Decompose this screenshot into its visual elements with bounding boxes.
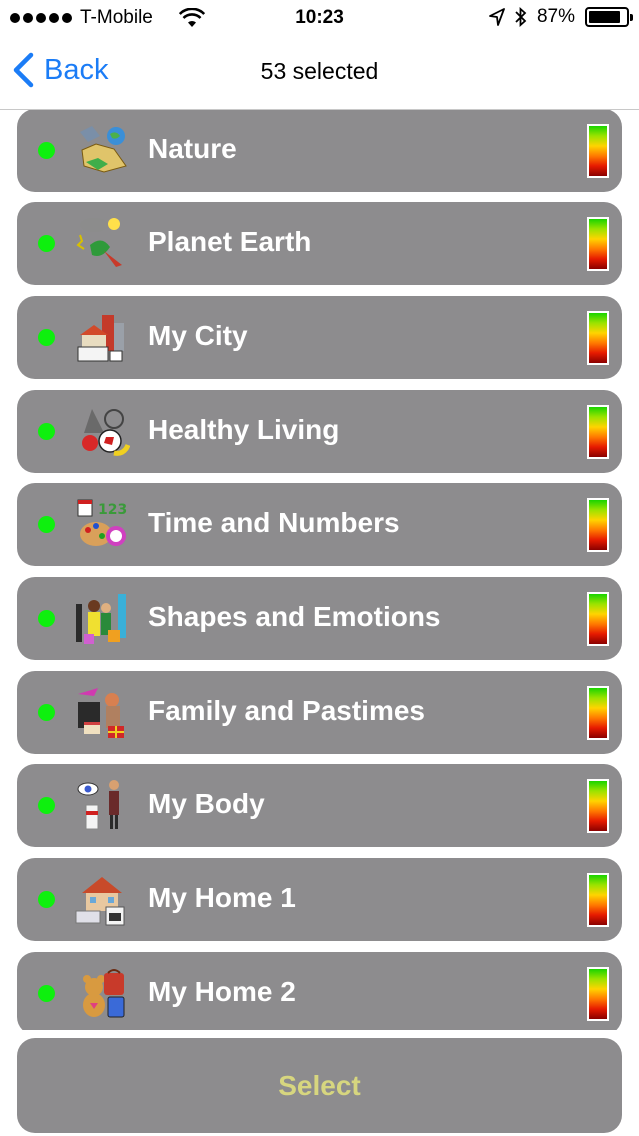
active-indicator bbox=[38, 329, 55, 346]
active-indicator bbox=[38, 235, 55, 252]
family-pastimes-icon bbox=[78, 688, 124, 738]
active-indicator bbox=[38, 142, 55, 159]
category-list[interactable]: Nature Planet Earth My City Healthy Livi… bbox=[0, 110, 639, 1030]
my-body-icon bbox=[77, 780, 119, 830]
list-item-healthy-living[interactable]: Healthy Living bbox=[17, 390, 622, 473]
my-city-icon bbox=[77, 315, 124, 362]
my-home-2-icon bbox=[83, 969, 125, 1018]
level-meter bbox=[587, 405, 609, 459]
active-indicator bbox=[38, 797, 55, 814]
battery-percent: 87% bbox=[536, 6, 575, 27]
level-meter bbox=[587, 686, 609, 740]
list-item-label: My Home 2 bbox=[148, 976, 296, 1007]
list-item-nature[interactable]: Nature bbox=[17, 110, 622, 192]
list-item-label: Planet Earth bbox=[148, 226, 312, 257]
active-indicator bbox=[38, 891, 55, 908]
list-item-family-and-pastimes[interactable]: Family and Pastimes bbox=[17, 671, 622, 754]
list-item-time-and-numbers[interactable]: 123 Time and Numbers bbox=[17, 483, 622, 566]
level-meter bbox=[587, 873, 609, 927]
list-item-label: My Body bbox=[148, 788, 265, 819]
list-item-label: Nature bbox=[148, 133, 237, 164]
list-item-shapes-and-emotions[interactable]: Shapes and Emotions bbox=[17, 577, 622, 660]
my-home-1-icon bbox=[75, 877, 125, 926]
navigation-bar: Back 53 selected bbox=[0, 38, 639, 110]
nature-icon bbox=[80, 126, 127, 173]
svg-text:123: 123 bbox=[98, 502, 127, 518]
select-button[interactable]: Select bbox=[17, 1038, 622, 1133]
level-meter bbox=[587, 592, 609, 646]
battery-icon bbox=[585, 7, 633, 27]
list-item-label: Time and Numbers bbox=[148, 507, 400, 538]
active-indicator bbox=[38, 610, 55, 627]
level-meter bbox=[587, 498, 609, 552]
page-title: 53 selected bbox=[260, 58, 379, 84]
location-arrow-icon bbox=[489, 8, 505, 26]
list-item-planet-earth[interactable]: Planet Earth bbox=[17, 202, 622, 285]
level-meter bbox=[587, 967, 609, 1021]
list-item-label: My Home 1 bbox=[148, 882, 296, 913]
active-indicator bbox=[38, 423, 55, 440]
level-meter bbox=[587, 311, 609, 365]
level-meter bbox=[587, 779, 609, 833]
list-item-label: Healthy Living bbox=[148, 414, 340, 445]
list-item-label: My City bbox=[148, 320, 248, 351]
active-indicator bbox=[38, 985, 55, 1002]
level-meter bbox=[587, 217, 609, 271]
list-item-my-home-1[interactable]: My Home 1 bbox=[17, 858, 622, 941]
status-right: 87% bbox=[489, 6, 633, 28]
status-bar: T-Mobile 10:23 87% bbox=[0, 0, 639, 38]
active-indicator bbox=[38, 704, 55, 721]
healthy-living-icon bbox=[82, 409, 130, 456]
list-item-my-home-2[interactable]: My Home 2 bbox=[17, 952, 622, 1030]
list-item-label: Shapes and Emotions bbox=[148, 601, 441, 632]
active-indicator bbox=[38, 516, 55, 533]
shapes-emotions-icon bbox=[76, 594, 126, 644]
list-item-my-body[interactable]: My Body bbox=[17, 764, 622, 847]
list-item-my-city[interactable]: My City bbox=[17, 296, 622, 379]
time-numbers-icon: 123 bbox=[77, 499, 127, 546]
bluetooth-icon bbox=[515, 7, 527, 27]
level-meter bbox=[587, 124, 609, 178]
planet-earth-icon bbox=[76, 218, 122, 267]
list-item-label: Family and Pastimes bbox=[148, 695, 426, 726]
